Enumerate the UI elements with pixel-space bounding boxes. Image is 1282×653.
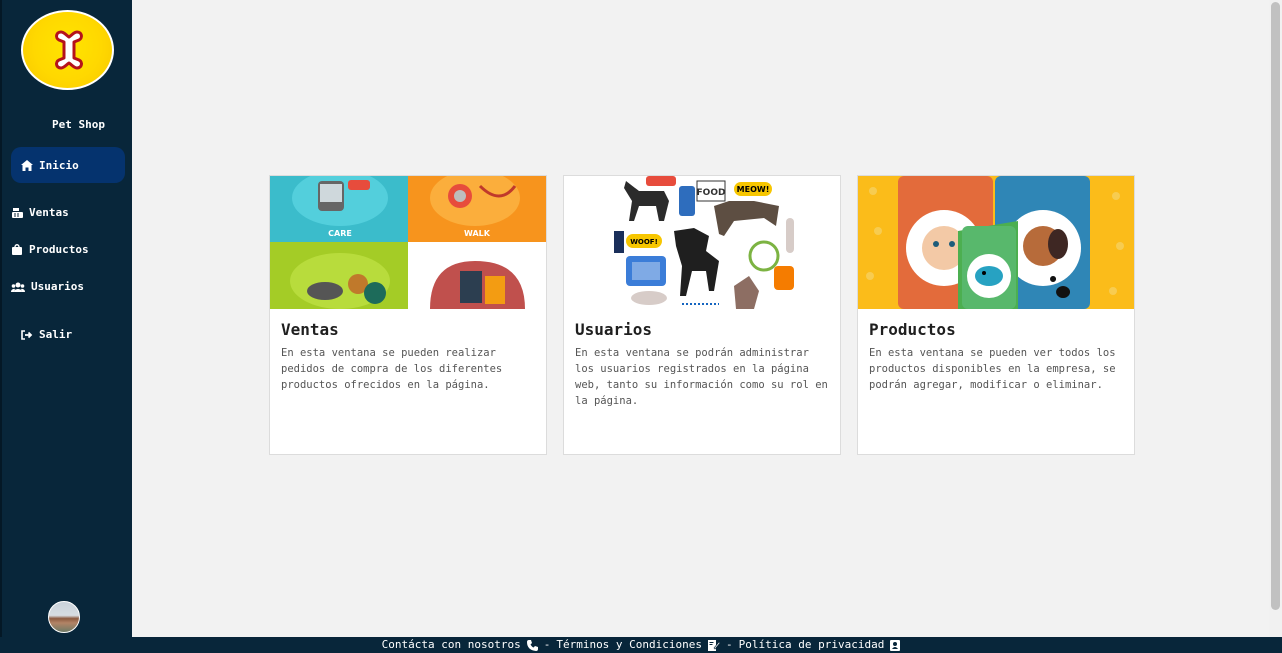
page-scrollbar[interactable]: [1269, 0, 1282, 637]
usuarios-card-image: FOOD MEOW! WOOF!: [564, 176, 840, 309]
sidebar-item-label: Inicio: [39, 158, 79, 172]
sidebar-item-label: Ventas: [29, 206, 69, 219]
sidebar-item-productos[interactable]: Productos: [11, 243, 89, 256]
woof-label: WOOF!: [630, 238, 658, 246]
footer: Contácta con nosotros - Términos y Condi…: [0, 637, 1282, 653]
sidebar-item-ventas[interactable]: Ventas: [11, 206, 69, 219]
ventas-card-image: CARE WALK: [270, 176, 546, 309]
sidebar-item-usuarios[interactable]: Usuarios: [11, 280, 84, 293]
walk-label: WALK: [464, 229, 491, 238]
card-description: En esta ventana se podrán administrar lo…: [575, 347, 828, 407]
sidebar-item-inicio[interactable]: Inicio: [11, 147, 125, 183]
signature-icon: [708, 639, 721, 651]
sidebar-item-label: Productos: [29, 243, 89, 256]
card-ventas[interactable]: CARE WALK Ventas En esta ventana se pued…: [269, 175, 547, 455]
cash-register-icon: [11, 207, 23, 219]
scrollbar-thumb[interactable]: [1271, 2, 1280, 610]
meow-label: MEOW!: [737, 185, 770, 194]
sign-out-icon: [21, 329, 33, 341]
users-icon: [11, 281, 25, 293]
footer-separator: -: [543, 638, 551, 651]
care-label: CARE: [328, 229, 352, 238]
card-title: Usuarios: [575, 320, 653, 339]
footer-terms-link[interactable]: Términos y Condiciones: [556, 637, 702, 653]
sidebar-item-salir[interactable]: Salir: [21, 328, 72, 341]
footer-contact-link[interactable]: Contácta con nosotros: [382, 637, 521, 653]
card-description: En esta ventana se pueden realizar pedid…: [281, 347, 503, 391]
user-avatar[interactable]: [48, 601, 80, 633]
footer-separator: -: [726, 638, 733, 651]
food-label: FOOD: [697, 188, 726, 198]
bone-logo-icon: [55, 30, 83, 70]
brand-name: Pet Shop: [52, 118, 105, 131]
home-icon: [21, 159, 33, 171]
card-productos[interactable]: Productos En esta ventana se pueden ver …: [857, 175, 1135, 455]
card-title: Productos: [869, 320, 956, 339]
shopping-bag-icon: [11, 244, 23, 256]
pet-shop-logo[interactable]: [21, 10, 114, 90]
address-book-icon: [890, 639, 901, 651]
card-usuarios[interactable]: FOOD MEOW! WOOF! Usuarios En esta ventan…: [563, 175, 841, 455]
footer-privacy-link[interactable]: Política de privacidad: [739, 637, 885, 653]
productos-card-image: [858, 176, 1134, 309]
card-title: Ventas: [281, 320, 339, 339]
card-description: En esta ventana se pueden ver todos los …: [869, 347, 1116, 391]
sidebar: Pet Shop Inicio Ventas Productos Usuario…: [0, 0, 132, 637]
sidebar-item-label: Salir: [39, 328, 73, 341]
sidebar-item-label: Usuarios: [31, 280, 84, 293]
phone-icon: [526, 639, 538, 651]
